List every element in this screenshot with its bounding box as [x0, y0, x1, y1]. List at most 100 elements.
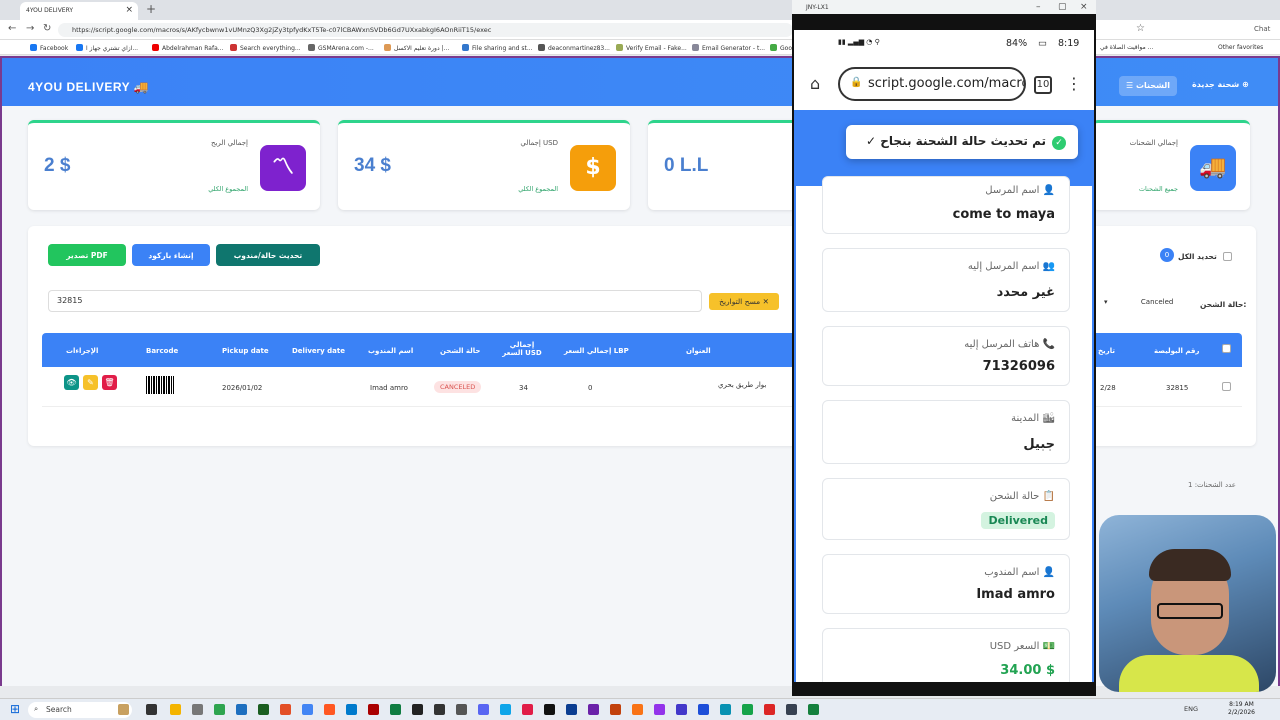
- app-icon[interactable]: [698, 704, 709, 715]
- bookmark-item[interactable]: Search everything...: [230, 44, 301, 52]
- clear-dates-button[interactable]: مسح التواريخ ✕: [709, 293, 779, 310]
- update-status-button[interactable]: تحديث حالة/مندوب: [216, 244, 320, 266]
- export-pdf-button[interactable]: تصدير PDF: [48, 244, 126, 266]
- edit-icon[interactable]: ✎: [83, 375, 98, 390]
- status-select[interactable]: ▾ Canceled: [1098, 295, 1198, 311]
- browser-tab[interactable]: 4YOU DELIVERY ×: [20, 2, 138, 20]
- app-icon[interactable]: [676, 704, 687, 715]
- shipments-count: عدد الشحنات: 1: [1188, 481, 1236, 489]
- app-icon[interactable]: [742, 704, 753, 715]
- new-tab-icon[interactable]: +: [146, 2, 156, 16]
- field-value: جبيل: [1023, 437, 1055, 452]
- row-checkbox[interactable]: [1222, 382, 1231, 391]
- bookmark-item[interactable]: Email Generator - t...: [692, 44, 765, 52]
- app-icon[interactable]: [214, 704, 225, 715]
- search-input[interactable]: 32815: [48, 290, 702, 312]
- explorer-icon[interactable]: [170, 704, 181, 715]
- th-date: تاريخ: [1098, 347, 1115, 355]
- app-icon[interactable]: [786, 704, 797, 715]
- create-barcode-button[interactable]: إنشاء باركود: [132, 244, 210, 266]
- excel-icon[interactable]: [390, 704, 401, 715]
- other-favorites[interactable]: Other favorites: [1218, 44, 1263, 51]
- app-icon[interactable]: [412, 704, 423, 715]
- app-icon[interactable]: [764, 704, 775, 715]
- field-label: 👤 اسم المرسل: [985, 185, 1055, 196]
- app-logo: 4YOU DELIVERY 🚚: [28, 80, 150, 94]
- language-indicator[interactable]: ENG: [1184, 705, 1198, 713]
- app-icon[interactable]: [236, 704, 247, 715]
- vscode-icon[interactable]: [346, 704, 357, 715]
- phone-screen: ▮▮ ▂▄▆ ◔ ⚲ 84% ▭ 8:19 ⌂ 🔒 script.google.…: [794, 30, 1094, 682]
- chat-button[interactable]: Chat: [1254, 25, 1270, 33]
- app-icon[interactable]: [478, 704, 489, 715]
- bookmark-item[interactable]: مواقيت الصلاة في ...: [1100, 44, 1153, 51]
- field-label: 👤 اسم المندوب: [984, 567, 1055, 578]
- new-shipment-button[interactable]: شحنة جديدة ⊕: [1192, 80, 1249, 89]
- tabs-count[interactable]: 10: [1034, 76, 1052, 94]
- bookmark-item[interactable]: Abdelrahman Rafa...: [152, 44, 223, 52]
- star-icon[interactable]: ☆: [1136, 23, 1145, 34]
- bookmark-item[interactable]: Verify Email - Fake...: [616, 44, 687, 52]
- taskbar-clock[interactable]: 8:19 AM 2/2/2026: [1228, 701, 1255, 717]
- close-icon[interactable]: ×: [1080, 2, 1088, 12]
- chrome-icon[interactable]: [280, 704, 291, 715]
- phone-time: 8:19: [1058, 38, 1080, 49]
- taskbar-search[interactable]: ⌕ Search: [28, 702, 132, 718]
- shipments-button[interactable]: ☰ الشحنات: [1119, 76, 1177, 96]
- app-icon[interactable]: [192, 704, 203, 715]
- app-icon[interactable]: [146, 704, 157, 715]
- app-icon[interactable]: [302, 704, 313, 715]
- card-label: إجمالي USD: [520, 139, 558, 147]
- windows-start-icon[interactable]: ⊞: [10, 702, 20, 716]
- app-icon[interactable]: [324, 704, 335, 715]
- bookmark-item[interactable]: GSMArena.com -...: [308, 44, 374, 52]
- bookmark-item[interactable]: Goo: [770, 44, 792, 52]
- bookmark-item[interactable]: دورة تعليم الاكسل |...: [384, 44, 449, 52]
- app-icon[interactable]: [258, 704, 269, 715]
- bookmark-item[interactable]: deaconmartinez83...: [538, 44, 610, 52]
- minimize-icon[interactable]: –: [1036, 2, 1041, 12]
- battery-level: 84%: [1006, 38, 1028, 49]
- edge-icon[interactable]: [720, 704, 731, 715]
- person-glasses: [1157, 603, 1223, 619]
- card-subtitle: المجموع الكلي: [518, 185, 558, 193]
- delete-icon[interactable]: 🗑: [102, 375, 117, 390]
- card-label: إجمالي الشحنات: [1129, 139, 1178, 147]
- reload-icon[interactable]: ↻: [43, 23, 51, 34]
- truck-icon: 🚚: [1190, 145, 1236, 191]
- select-all-checkbox[interactable]: [1223, 252, 1232, 261]
- app-icon[interactable]: [632, 704, 643, 715]
- close-icon[interactable]: ×: [125, 5, 133, 15]
- stat-card-shipments: إجمالي الشحنات جميع الشحنات 🚚: [1092, 120, 1250, 210]
- header-checkbox[interactable]: [1222, 344, 1231, 353]
- cell-total-lbp: 0: [588, 384, 593, 392]
- field-receiver: 👥 اسم المرسل إليه غير محدد: [822, 248, 1070, 312]
- forward-icon[interactable]: →: [26, 23, 34, 34]
- status-badge: CANCELED: [434, 381, 482, 393]
- maximize-icon[interactable]: ▢: [1058, 2, 1067, 12]
- bookmark-item[interactable]: ازاي تشتري جهاز ا...: [76, 44, 138, 52]
- app-icon[interactable]: [544, 704, 555, 715]
- more-icon[interactable]: ⋮: [1066, 74, 1082, 93]
- app-icon[interactable]: [808, 704, 819, 715]
- app-icon[interactable]: [500, 704, 511, 715]
- app-icon[interactable]: [456, 704, 467, 715]
- bookmark-item[interactable]: File sharing and st...: [462, 44, 533, 52]
- app-icon[interactable]: [610, 704, 621, 715]
- phone-address-bar[interactable]: 🔒 script.google.com/macro: [838, 67, 1026, 101]
- home-icon[interactable]: ⌂: [810, 74, 820, 93]
- view-icon[interactable]: 👁: [64, 375, 79, 390]
- back-icon[interactable]: ←: [8, 23, 16, 34]
- app-icon[interactable]: [522, 704, 533, 715]
- app-icon[interactable]: [588, 704, 599, 715]
- bookmark-item[interactable]: Facebook: [30, 44, 68, 52]
- app-icon[interactable]: [434, 704, 445, 715]
- th-status: حالة الشحن: [440, 347, 481, 355]
- app-icon[interactable]: [566, 704, 577, 715]
- stat-card-lbp: 0 L.L: [648, 120, 808, 210]
- field-value: come to maya: [952, 207, 1055, 222]
- app-icon[interactable]: [118, 704, 129, 715]
- address-input[interactable]: https://script.google.com/macros/s/AKfyc…: [58, 23, 793, 37]
- app-icon[interactable]: [368, 704, 379, 715]
- app-icon[interactable]: [654, 704, 665, 715]
